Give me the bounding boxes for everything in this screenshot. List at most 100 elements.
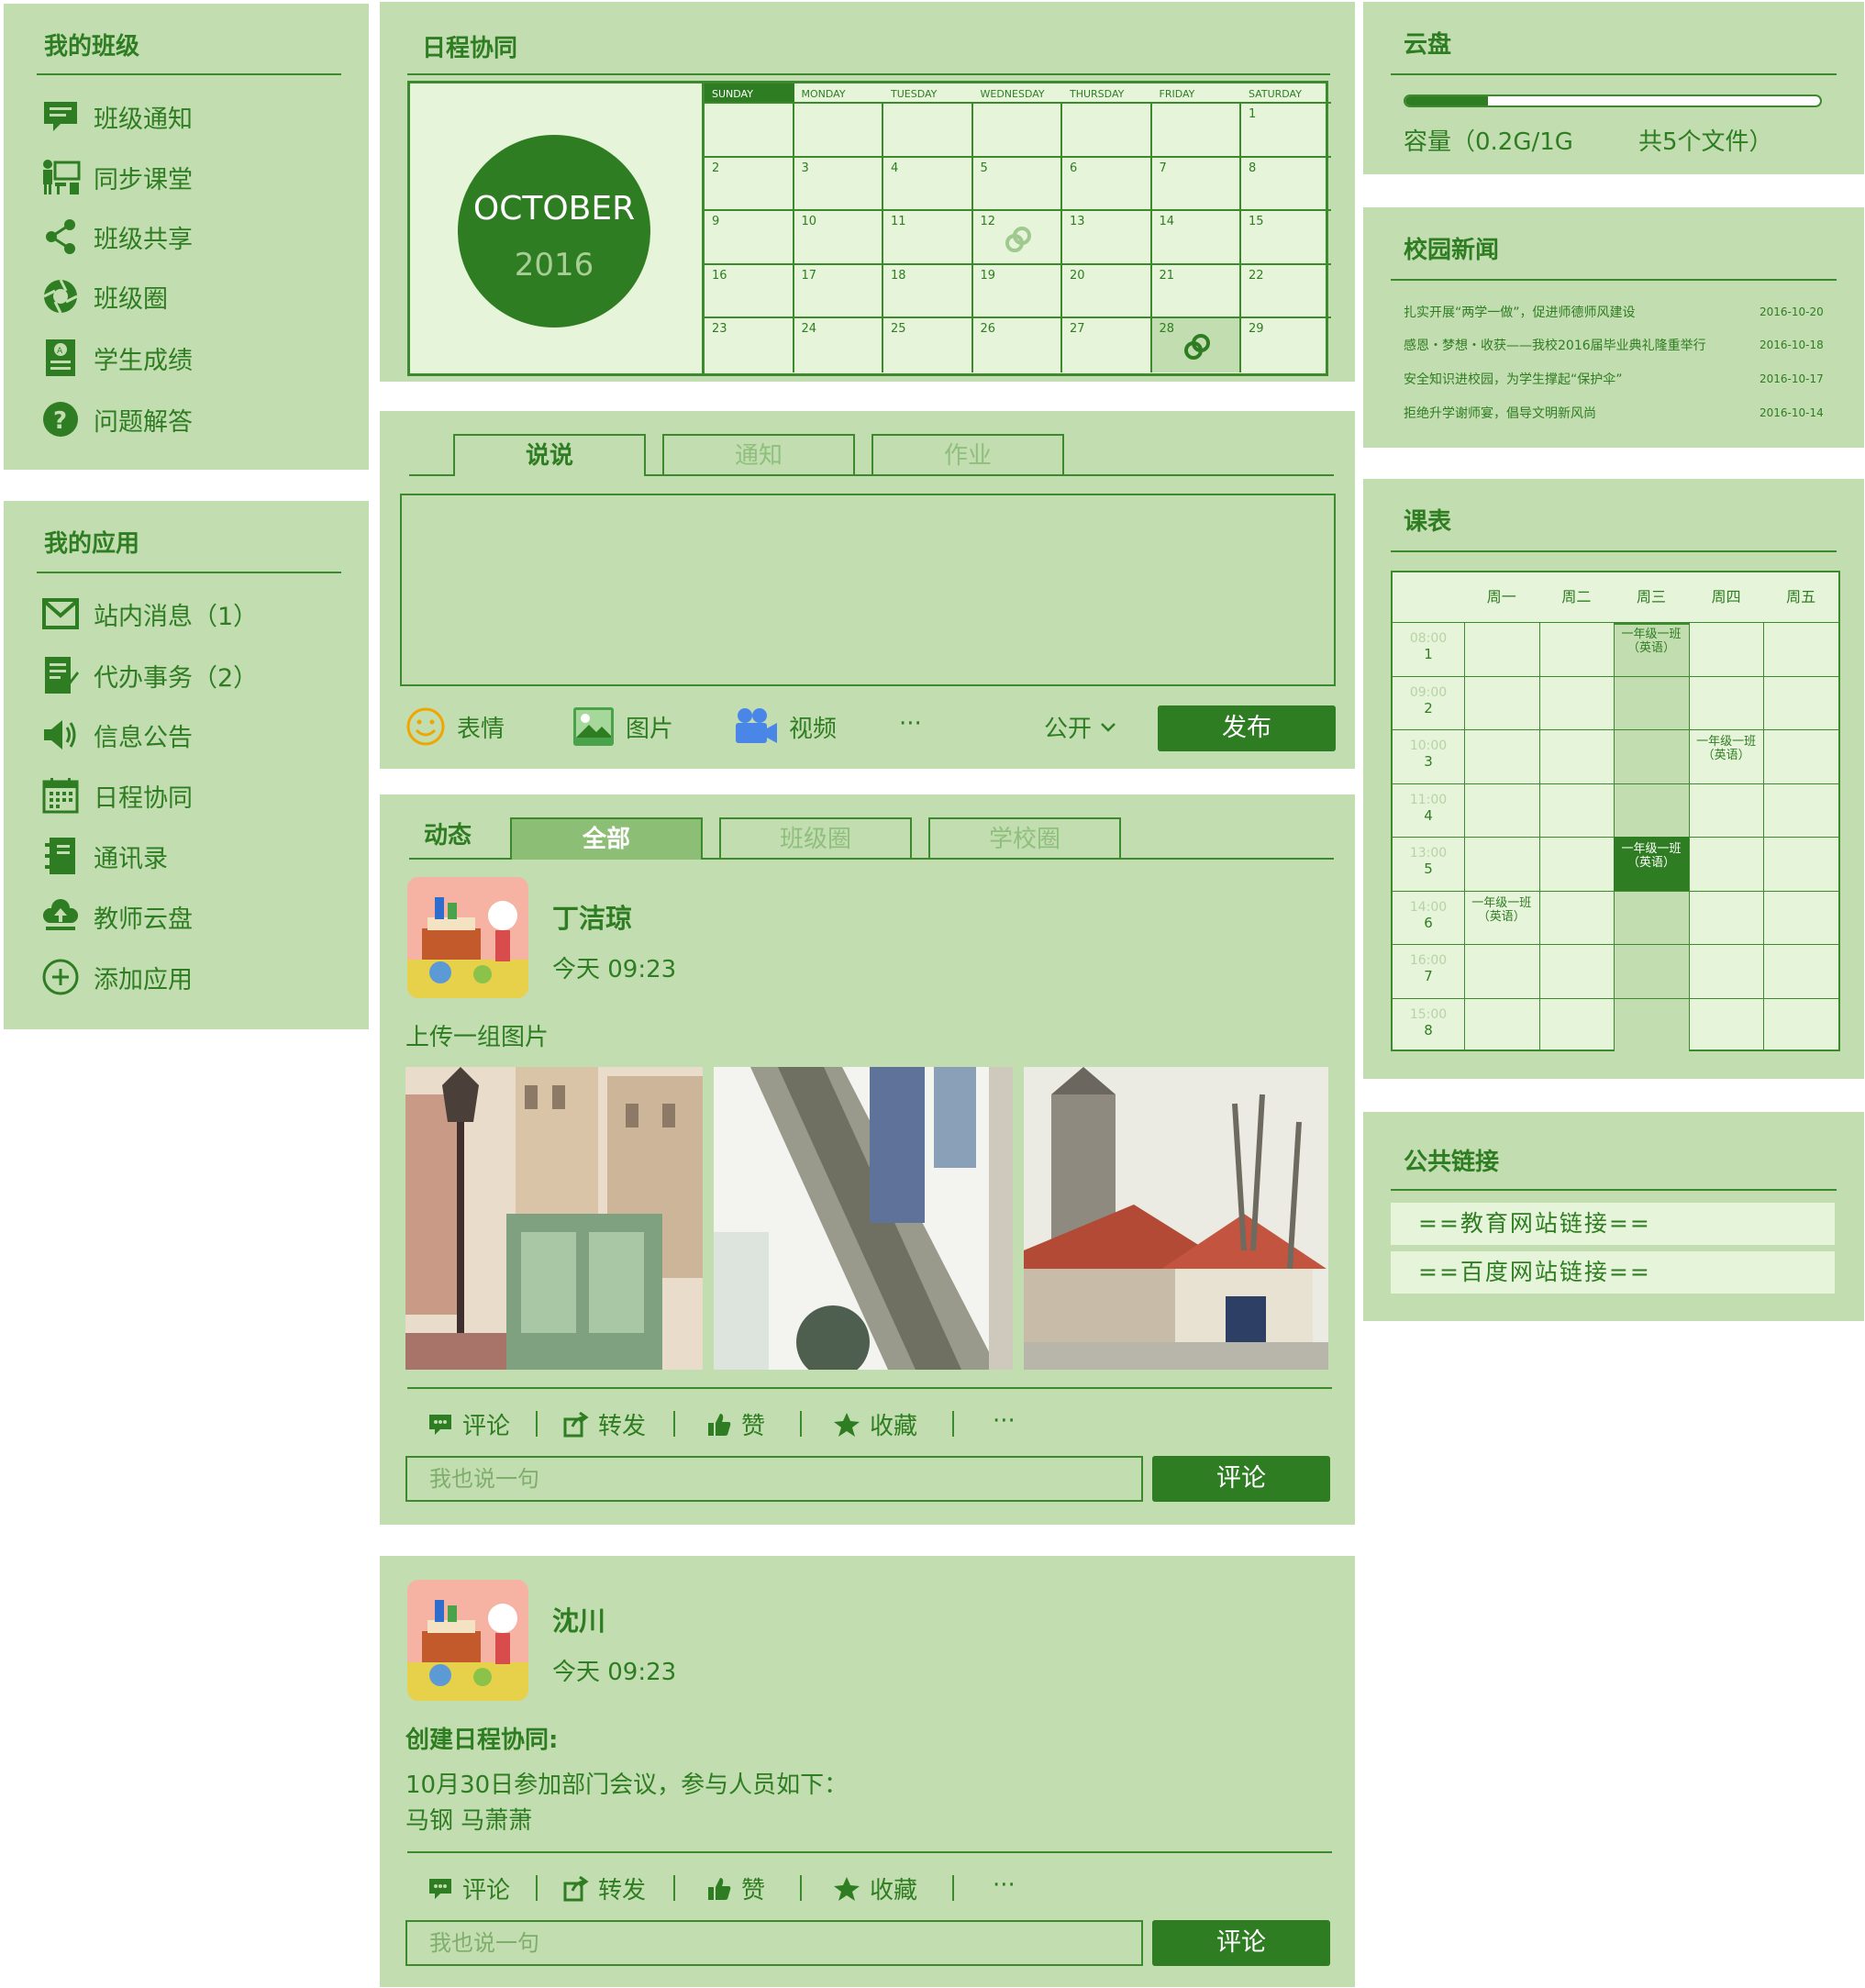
visibility-select[interactable]: 公开 (1044, 710, 1116, 744)
nav-item-class-circle[interactable]: 班级圈 (40, 274, 168, 318)
calendar-day[interactable]: 27 (1062, 318, 1152, 372)
more-actions[interactable]: ··· (993, 1871, 1016, 1899)
post-photo-stairs[interactable] (714, 1067, 1013, 1370)
event-link-icon[interactable] (1182, 331, 1213, 366)
favorite-action[interactable]: 收藏 (833, 1871, 917, 1905)
more-tools-button[interactable]: ··· (899, 710, 922, 738)
calendar-day[interactable]: 5 (972, 157, 1062, 211)
calendar-day[interactable]: 9 (705, 211, 794, 265)
news-item[interactable]: 拒绝升学谢师宴，倡导文明新风尚 (1404, 404, 1596, 422)
calendar-day[interactable]: 25 (883, 318, 973, 372)
nav-item-qa[interactable]: ? 问题解答 (40, 397, 193, 441)
calendar-day[interactable]: 7 (1151, 157, 1241, 211)
nav-item-student-grades[interactable]: A 学生成绩 (40, 336, 193, 380)
calendar-day[interactable]: 15 (1241, 211, 1331, 265)
timetable-entry[interactable]: 一年级一班 （英语） (1614, 837, 1689, 891)
comment-submit-button[interactable]: 评论 (1152, 1456, 1330, 1502)
calendar-day[interactable]: 23 (705, 318, 794, 372)
publish-button[interactable]: 发布 (1158, 705, 1336, 751)
post-photo-church[interactable] (1024, 1067, 1328, 1370)
forward-action[interactable]: 转发 (563, 1407, 646, 1441)
calendar-day[interactable]: 11 (883, 211, 973, 265)
nav-item-announcements[interactable]: 信息公告 (40, 713, 193, 757)
avatar[interactable] (407, 877, 528, 998)
nav-item-add-app[interactable]: 添加应用 (40, 955, 193, 999)
link-education[interactable]: ==教育网站链接== (1391, 1203, 1835, 1245)
timetable-slot: 08:00 1 (1393, 631, 1464, 662)
nav-item-todo[interactable]: 代办事务（2） (40, 653, 258, 697)
nav-item-label: 班级共享 (94, 225, 193, 254)
calendar-day[interactable]: 8 (1241, 158, 1331, 211)
tab-homework[interactable]: 作业 (871, 434, 1064, 476)
comment-action[interactable]: 评论 (427, 1871, 510, 1905)
news-item[interactable]: 扎实开展“两学一做”，促进师德师风建设 (1404, 303, 1636, 321)
calendar-day[interactable]: 28 (1151, 318, 1241, 372)
post-textarea[interactable] (400, 494, 1336, 686)
comment-input[interactable]: 我也说一句 (405, 1456, 1143, 1502)
calendar-day[interactable]: 29 (1241, 318, 1331, 372)
comment-action[interactable]: 评论 (427, 1407, 510, 1441)
video-button[interactable]: 视频 (734, 706, 837, 747)
like-action[interactable]: 赞 (706, 1871, 765, 1905)
nav-item-teacher-cloud[interactable]: 教师云盘 (40, 894, 193, 938)
nav-item-site-messages[interactable]: 站内消息（1） (40, 592, 258, 636)
nav-item-sync-classroom[interactable]: 同步课堂 (40, 155, 193, 199)
news-date: 2016-10-17 (1760, 372, 1824, 385)
nav-item-class-notice[interactable]: 班级通知 (40, 94, 193, 139)
calendar-day[interactable]: 2 (705, 157, 794, 211)
calendar-day[interactable]: 4 (883, 157, 973, 211)
calendar-day[interactable]: 16 (705, 264, 794, 318)
tab-school-circle[interactable]: 学校圈 (928, 817, 1121, 860)
entry-subject: （英语） (1626, 856, 1675, 870)
favorite-action[interactable]: 收藏 (833, 1407, 917, 1441)
slot-time: 09:00 (1409, 684, 1448, 700)
tab-notice[interactable]: 通知 (662, 434, 855, 476)
news-item[interactable]: 安全知识进校园，为学生撑起“保护伞” (1404, 370, 1623, 388)
calendar-day[interactable]: 26 (973, 318, 1062, 372)
calendar-day[interactable]: 1 (1241, 104, 1331, 158)
calendar-day[interactable]: 19 (972, 264, 1062, 318)
comment-submit-button[interactable]: 评论 (1152, 1920, 1330, 1966)
like-action[interactable]: 赞 (706, 1407, 765, 1441)
news-item[interactable]: 感恩・梦想・收获——我校2016届毕业典礼隆重举行 (1404, 336, 1706, 354)
timetable-entry[interactable]: 一年级一班 （英语） (1614, 622, 1689, 676)
nav-item-class-share[interactable]: 班级共享 (40, 215, 193, 259)
post-photo-lamp-street[interactable] (405, 1067, 703, 1370)
calendar-day[interactable] (705, 104, 794, 158)
tab-shuoshuo[interactable]: 说说 (453, 434, 646, 476)
nav-item-contacts[interactable]: 通讯录 (40, 834, 168, 878)
calendar-day[interactable]: 24 (794, 318, 883, 372)
post-author[interactable]: 丁洁琼 (552, 897, 632, 936)
post-author[interactable]: 沈川 (552, 1600, 605, 1638)
calendar-day[interactable] (972, 104, 1062, 158)
emoji-button[interactable]: 表情 (405, 706, 505, 747)
avatar[interactable] (407, 1580, 528, 1701)
more-actions[interactable]: ··· (993, 1407, 1016, 1435)
comment-input[interactable]: 我也说一句 (405, 1920, 1143, 1966)
calendar-day[interactable]: 21 (1151, 264, 1241, 318)
calendar-day[interactable]: 22 (1241, 265, 1331, 318)
calendar-day[interactable] (1062, 104, 1152, 158)
calendar-day[interactable]: 3 (794, 157, 883, 211)
calendar-day[interactable] (794, 104, 883, 158)
timetable-entry[interactable]: 一年级一班 （英语） (1464, 891, 1539, 945)
image-button[interactable]: 图片 (572, 706, 673, 747)
calendar-day[interactable]: 17 (794, 264, 883, 318)
speaker-icon (40, 715, 81, 755)
nav-item-schedule[interactable]: 日程协同 (40, 773, 193, 817)
link-baidu[interactable]: ==百度网站链接== (1391, 1251, 1835, 1294)
calendar-day[interactable]: 14 (1151, 211, 1241, 265)
calendar-day[interactable]: 18 (883, 264, 973, 318)
tab-all[interactable]: 全部 (510, 817, 703, 860)
timetable-entry[interactable]: 一年级一班 （英语） (1689, 729, 1764, 783)
calendar-day[interactable]: 6 (1062, 157, 1152, 211)
calendar-day[interactable]: 20 (1062, 264, 1152, 318)
calendar-day[interactable] (883, 104, 973, 158)
forward-action[interactable]: 转发 (563, 1871, 646, 1905)
calendar-day[interactable]: 10 (794, 211, 883, 265)
calendar-day[interactable]: 13 (1062, 211, 1152, 265)
calendar-day[interactable] (1151, 104, 1241, 158)
calendar-day[interactable]: 12 (972, 211, 1062, 265)
tab-class-circle[interactable]: 班级圈 (719, 817, 912, 860)
event-link-icon[interactable] (1003, 224, 1034, 259)
